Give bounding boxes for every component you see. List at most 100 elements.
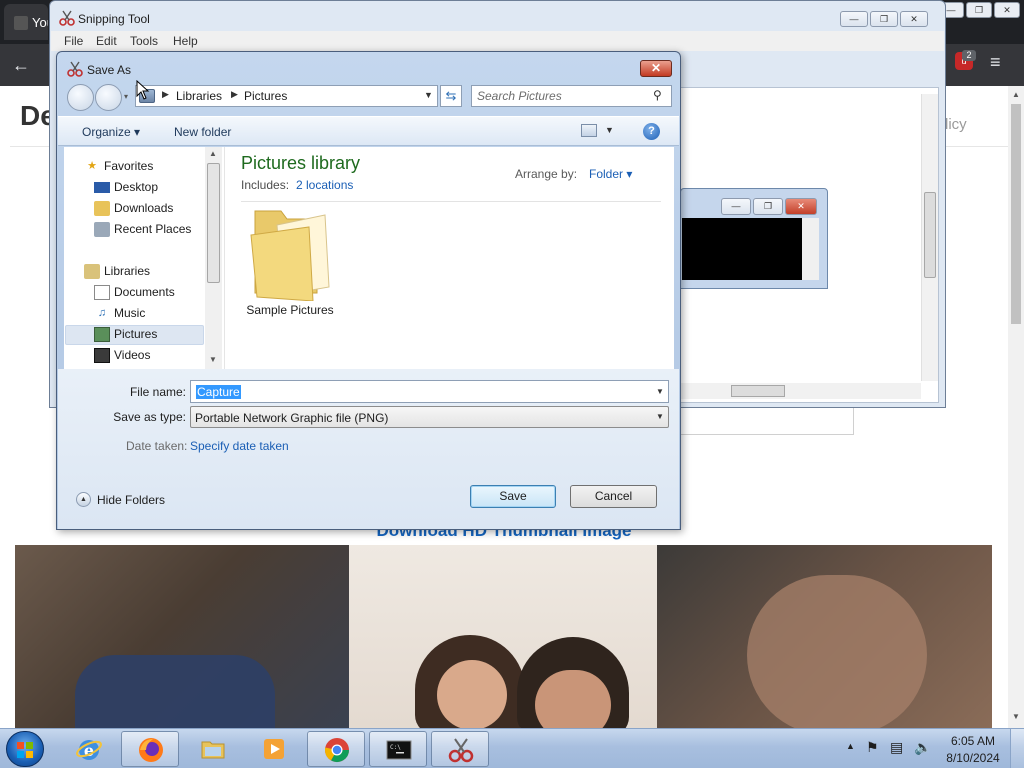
taskbar-media-player[interactable] [245,731,303,767]
taskbar-chrome[interactable] [307,731,365,767]
network-icon[interactable]: ▤ [890,739,903,756]
taskbar: e C:\ ▲ ⚑ ▤ 🔈 6:05 AM 8/10/2024 [0,728,1024,768]
cancel-button[interactable]: Cancel [570,485,657,508]
downloads-folder-icon [94,201,110,216]
scroll-down-icon[interactable]: ▼ [1012,712,1020,721]
specify-date-taken-link[interactable]: Specify date taken [190,439,289,453]
breadcrumb-pictures[interactable]: Pictures [244,89,287,103]
nav-pane-scrollbar[interactable]: ▲ ▼ [205,147,222,369]
snip-restore-button[interactable]: ❐ [870,11,898,27]
search-input[interactable] [477,88,647,104]
console-scrollbar[interactable] [802,218,819,280]
dialog-title: Save As [87,63,132,77]
console-window[interactable]: — ❐ ✕ [680,188,828,289]
scroll-up-icon[interactable]: ▲ [209,149,217,158]
view-options-chevron-icon[interactable]: ▼ [605,125,614,135]
snip-vertical-scrollbar[interactable] [921,94,938,381]
page-nav-link[interactable]: licy [945,116,967,133]
taskbar-snipping-tool[interactable] [431,731,489,767]
folder-icon [201,741,225,759]
dialog-close-button[interactable]: ✕ [640,60,672,77]
address-bar[interactable]: ▶ Libraries ▶ Pictures ▼ [135,85,438,107]
arrange-by-value: Folder [589,167,624,181]
star-icon: ★ [87,160,97,172]
extension-badge: 2 [962,50,976,61]
folder-item[interactable]: Sample Pictures [239,205,341,325]
snipping-tool-title: Snipping Tool [78,12,150,26]
thumbnail-image-left [15,545,349,728]
search-box[interactable]: ⚲ [471,85,672,107]
snip-horizontal-scrollbar[interactable] [681,383,921,399]
address-dropdown-icon[interactable]: ▼ [424,90,433,100]
save-button[interactable]: Save [470,485,556,508]
folder-label: Sample Pictures [246,303,334,317]
snip-hscroll-thumb[interactable] [731,385,785,397]
thumbnail-image-right [657,545,992,735]
file-name-label: File name: [129,385,186,399]
breadcrumb-libraries[interactable]: Libraries [176,89,222,103]
menu-tools[interactable]: Tools [130,34,158,48]
clock-time[interactable]: 6:05 AM [938,734,1008,748]
desktop-icon [94,182,110,193]
change-view-icon[interactable] [581,124,597,137]
taskbar-command-prompt[interactable]: C:\ [369,731,427,767]
console-close-button[interactable]: ✕ [785,198,817,215]
browser-tab[interactable]: You [4,4,48,40]
menu-edit[interactable]: Edit [96,34,117,48]
refresh-button[interactable]: ⇆ [440,85,462,107]
menu-file[interactable]: File [64,34,83,48]
thumbnail-image-center [349,545,657,740]
documents-icon [94,285,110,300]
organize-label: Organize [82,125,131,139]
taskbar-file-explorer[interactable] [184,731,242,767]
page-scrollbar-thumb[interactable] [1011,104,1021,324]
command-bar: Organize ▾ New folder ▼ ? [58,116,679,146]
page-url-box[interactable] [660,406,854,435]
console-minimize-button[interactable]: — [721,198,751,215]
arrow-left-icon[interactable]: ← [12,55,30,76]
show-desktop-button[interactable] [1010,729,1024,768]
search-icon[interactable]: ⚲ [653,88,662,102]
firefox-icon [139,738,163,762]
file-name-input[interactable]: Capture ▼ [190,380,669,403]
action-center-flag-icon[interactable]: ⚑ [866,739,879,756]
browser-close-button[interactable]: ✕ [994,2,1020,18]
scroll-up-icon[interactable]: ▲ [1012,90,1020,99]
library-locations-link[interactable]: 2 locations [296,178,353,192]
forward-button[interactable] [95,84,122,111]
console-window-controls: — ❐ ✕ [721,198,817,215]
breadcrumb-separator-icon[interactable]: ▶ [231,89,238,100]
start-button[interactable] [6,731,44,767]
file-name-dropdown-icon[interactable]: ▼ [656,387,664,396]
save-as-type-label: Save as type: [113,410,186,424]
snip-vscroll-thumb[interactable] [924,192,936,278]
hide-folders-label: Hide Folders [97,493,166,507]
back-button[interactable] [67,84,94,111]
arrange-by-dropdown[interactable]: Folder ▾ [589,167,632,181]
taskbar-firefox[interactable] [121,731,179,767]
clock-date[interactable]: 8/10/2024 [938,751,1008,765]
volume-muted-icon[interactable]: 🔈 [914,739,931,756]
snip-minimize-button[interactable]: — [840,11,868,27]
save-as-type-select[interactable]: Portable Network Graphic file (PNG) ▼ [190,406,669,428]
collapse-icon: ▲ [76,492,91,507]
snip-close-button[interactable]: ✕ [900,11,928,27]
taskbar-internet-explorer[interactable]: e [60,731,118,767]
tab-favicon-icon [14,16,28,30]
hamburger-menu-icon[interactable]: ≡ [990,52,1001,73]
new-folder-button[interactable]: New folder [174,125,231,139]
breadcrumb-separator-icon[interactable]: ▶ [162,89,169,100]
browser-restore-button[interactable]: ❐ [966,2,992,18]
page-scrollbar[interactable]: ▲ ▼ [1008,86,1024,728]
save-as-dialog: Save As ✕ ▾ ▶ Libraries ▶ Pictures ▼ ⇆ ⚲… [56,51,681,530]
recent-locations-chevron-icon[interactable]: ▾ [124,92,128,101]
show-hidden-icons-chevron-icon[interactable]: ▲ [846,741,855,751]
scroll-down-icon[interactable]: ▼ [209,355,217,364]
chevron-down-icon[interactable]: ▼ [656,412,664,421]
library-includes-label: Includes: [241,178,290,192]
organize-button[interactable]: Organize ▾ [82,125,140,139]
menu-help[interactable]: Help [173,34,198,48]
help-icon[interactable]: ? [643,123,660,140]
nav-scrollbar-thumb[interactable] [207,163,220,283]
console-restore-button[interactable]: ❐ [753,198,783,215]
